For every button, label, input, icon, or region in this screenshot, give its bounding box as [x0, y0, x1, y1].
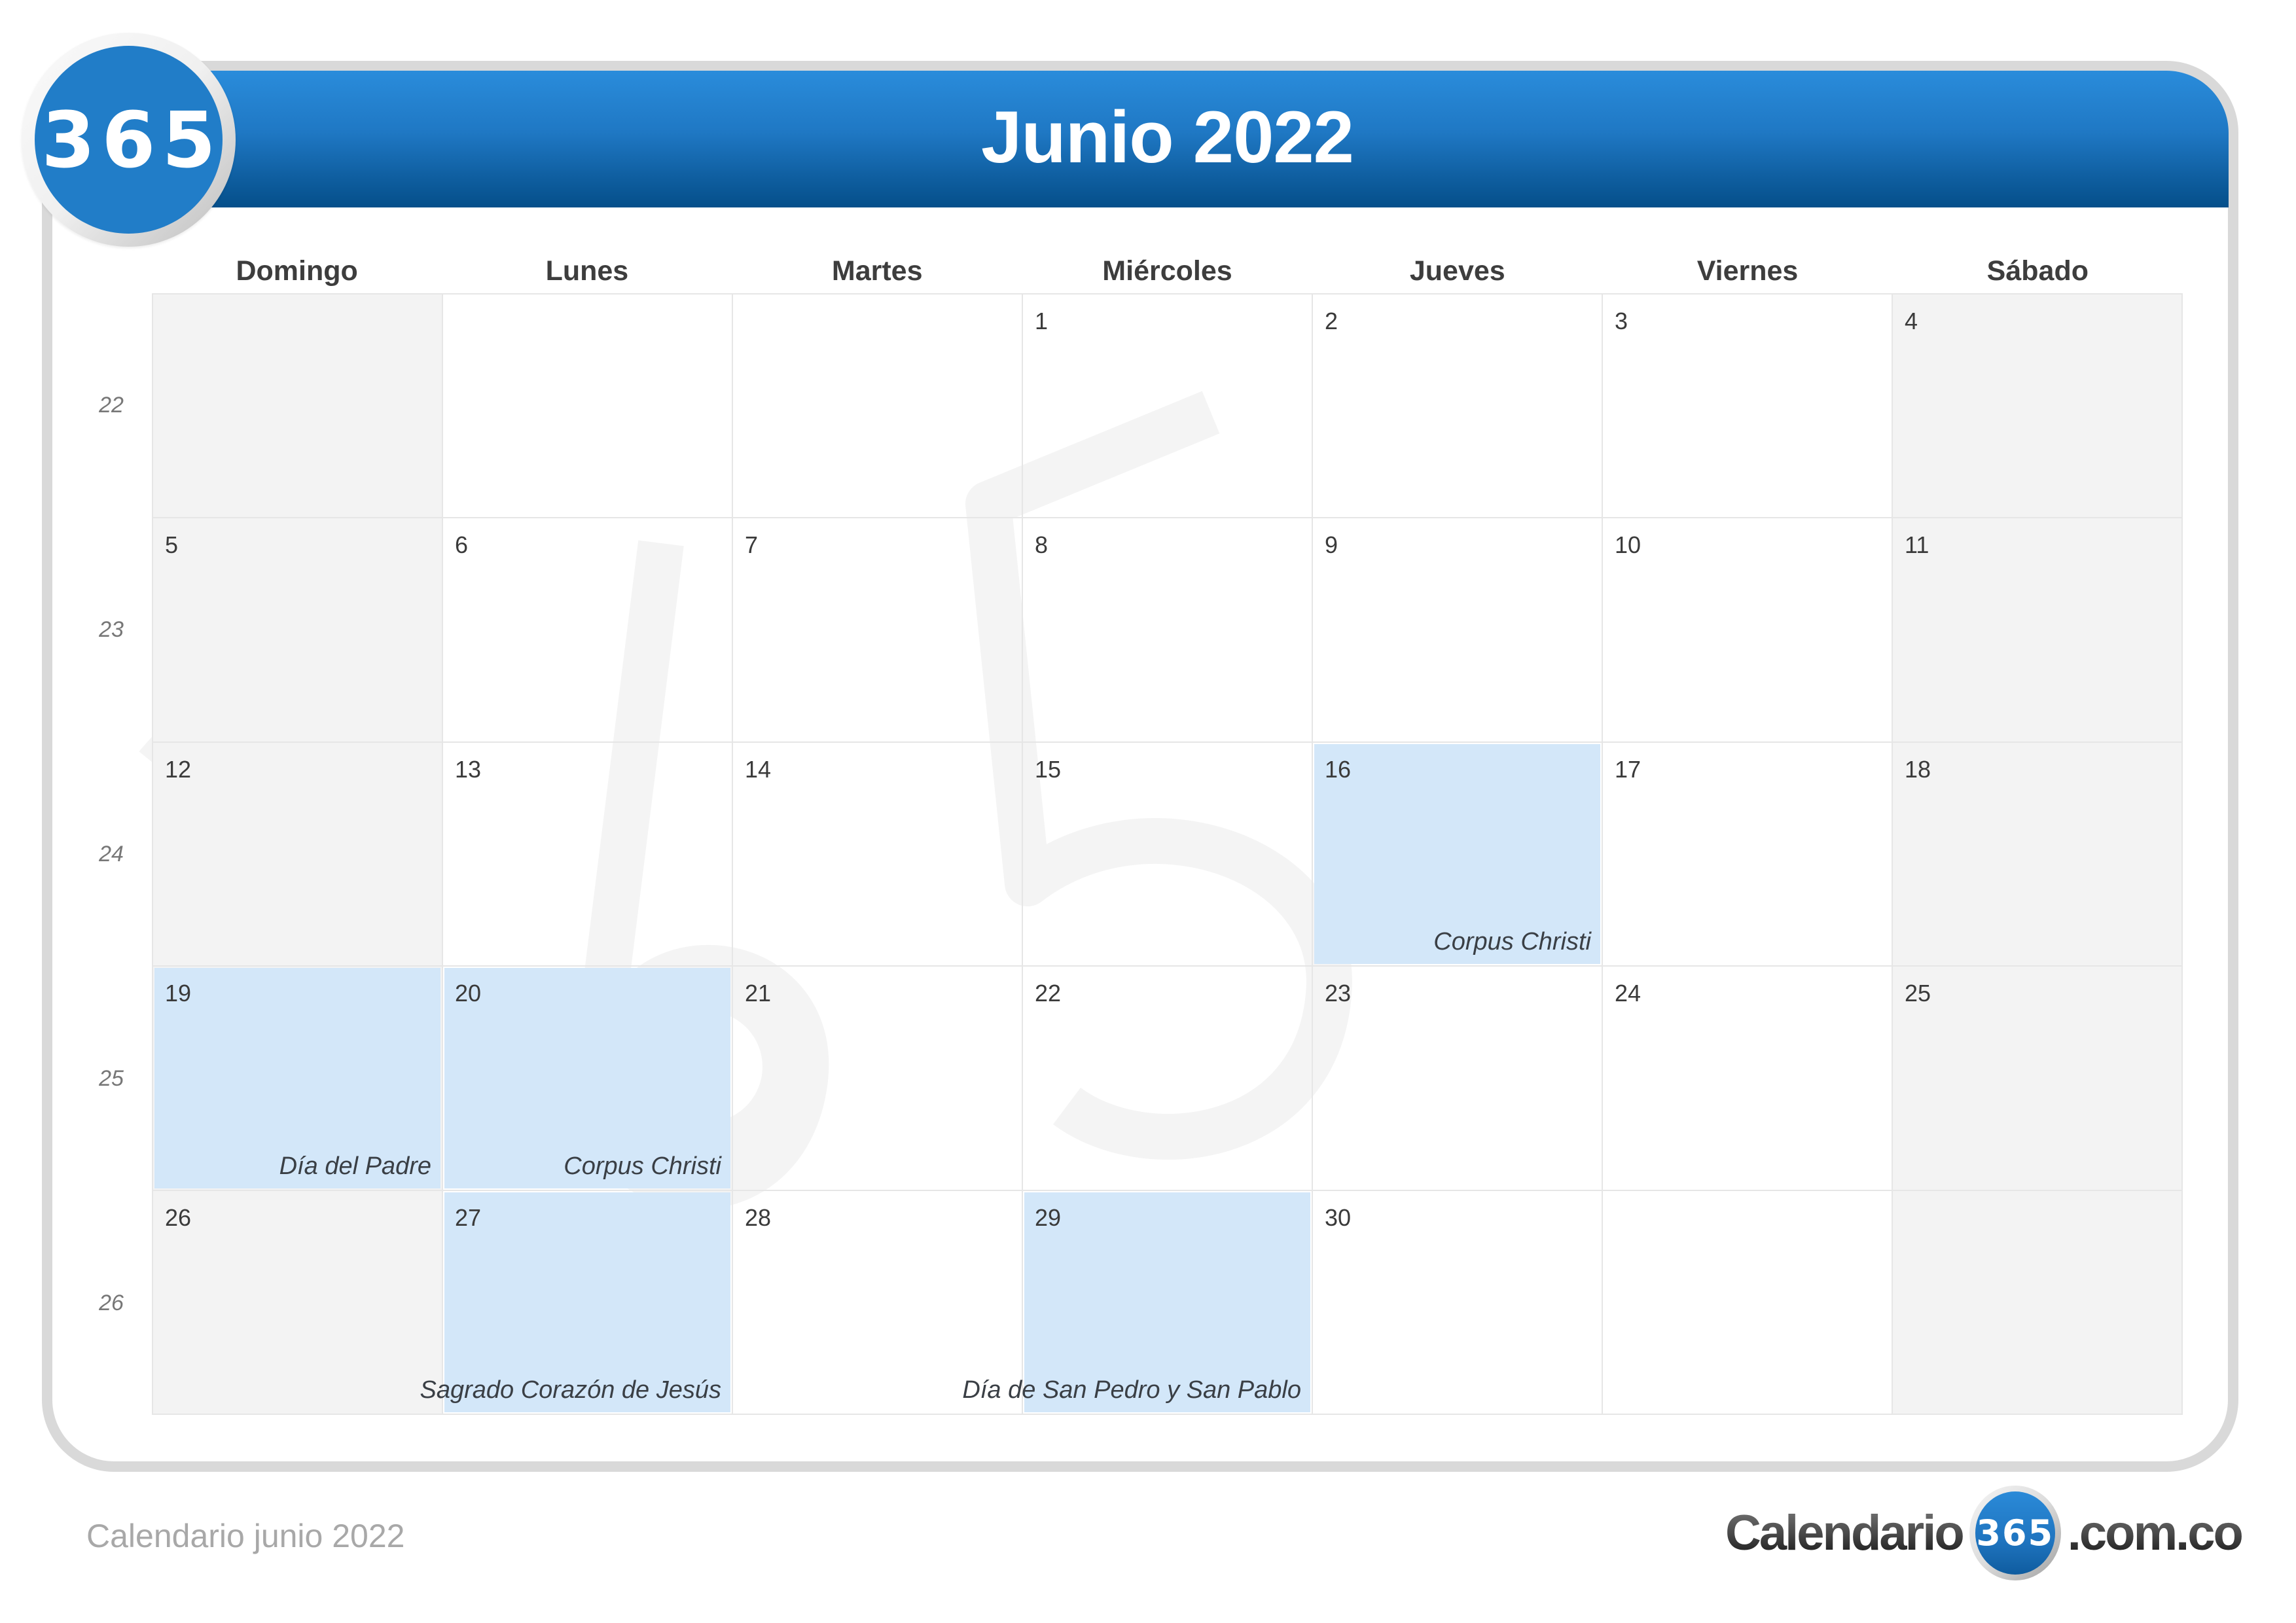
- day-cell[interactable]: 30: [1313, 1190, 1603, 1415]
- day-cell[interactable]: 25: [1893, 967, 2183, 1191]
- day-cell[interactable]: 14: [733, 742, 1023, 967]
- brand-badge-text: 365: [1976, 1512, 2054, 1554]
- day-cell[interactable]: 23: [1313, 967, 1603, 1191]
- day-cell[interactable]: 15: [1023, 742, 1313, 967]
- day-number: 5: [165, 531, 179, 559]
- day-number: 22: [1035, 980, 1062, 1007]
- day-cell[interactable]: 12: [153, 742, 443, 967]
- day-cell[interactable]: 2: [1313, 294, 1603, 519]
- day-cell[interactable]: 13: [443, 742, 733, 967]
- day-number: 26: [165, 1204, 192, 1231]
- day-number: 1: [1035, 308, 1049, 334]
- day-number: 16: [1325, 755, 1352, 783]
- day-number: 20: [455, 980, 482, 1007]
- day-cell[interactable]: 6: [443, 518, 733, 743]
- day-number: 14: [745, 755, 772, 783]
- day-cell[interactable]: 29 Día de San Pedro y San Pablo: [962, 1190, 1313, 1415]
- calendar-grid: 1 2 3 4 5 6 7 8 9 10 11 12 13 14 15 16 Corpus Christi 17 1…: [152, 293, 2183, 1415]
- weekday-header: Lunes: [545, 255, 629, 287]
- empty-day-cell: [1603, 1190, 1893, 1415]
- brand-badge-inner: 365: [1975, 1491, 2055, 1575]
- day-cell[interactable]: 18: [1893, 742, 2183, 967]
- logo-badge: 365: [22, 33, 236, 247]
- day-number: 7: [745, 531, 759, 559]
- day-number: 27: [455, 1204, 482, 1231]
- logo-text: 365: [41, 94, 223, 185]
- day-cell[interactable]: 20 Corpus Christi: [443, 967, 733, 1191]
- empty-day-cell: [733, 294, 1023, 519]
- day-cell[interactable]: 7: [733, 518, 1023, 743]
- day-cell[interactable]: 24: [1603, 967, 1893, 1191]
- holiday-label: Sagrado Corazón de Jesús: [420, 1376, 721, 1404]
- day-number: 15: [1035, 755, 1062, 783]
- week-number: 22: [99, 393, 124, 418]
- day-cell[interactable]: 10: [1603, 518, 1893, 743]
- day-cell[interactable]: 5: [153, 518, 443, 743]
- day-cell[interactable]: 16 Corpus Christi: [1313, 742, 1603, 967]
- holiday-label: Día del Padre: [279, 1152, 431, 1180]
- weekday-header: Domingo: [236, 255, 358, 287]
- holiday-label: Corpus Christi: [564, 1152, 721, 1180]
- empty-day-cell: [1893, 1190, 2183, 1415]
- day-number: 17: [1615, 755, 1641, 783]
- holiday-label: Día de San Pedro y San Pablo: [962, 1376, 1301, 1404]
- day-cell[interactable]: 22: [1023, 967, 1313, 1191]
- day-number: 4: [1905, 308, 1918, 334]
- weekday-header: Sábado: [1986, 255, 2089, 287]
- holiday-label: Corpus Christi: [1433, 928, 1591, 956]
- day-number: 6: [455, 531, 469, 559]
- day-number: 9: [1325, 531, 1338, 559]
- day-number: 3: [1615, 308, 1628, 334]
- weekday-header: Viernes: [1696, 255, 1799, 287]
- day-cell[interactable]: 27 Sagrado Corazón de Jesús: [420, 1190, 733, 1415]
- day-number: 23: [1325, 980, 1352, 1007]
- day-number: 28: [745, 1204, 772, 1231]
- day-number: 10: [1615, 531, 1641, 559]
- week-number: 25: [99, 1066, 124, 1091]
- day-cell[interactable]: 17: [1603, 742, 1893, 967]
- day-number: 12: [165, 755, 192, 783]
- day-number: 18: [1905, 755, 1931, 783]
- day-cell[interactable]: 21: [733, 967, 1023, 1191]
- day-number: 13: [455, 755, 482, 783]
- logo-365-icon: 365: [35, 46, 223, 234]
- week-number: 24: [99, 842, 124, 866]
- day-cell[interactable]: 9: [1313, 518, 1603, 743]
- day-number: 29: [1035, 1204, 1062, 1231]
- weekday-header: Miércoles: [1102, 255, 1232, 287]
- brand-prefix: Calendario: [1725, 1505, 1965, 1561]
- day-cell[interactable]: 4: [1893, 294, 2183, 519]
- week-number-column: 22 23 24 25 26: [79, 293, 144, 1416]
- day-number: 24: [1615, 980, 1641, 1007]
- day-number: 25: [1905, 980, 1931, 1007]
- day-cell[interactable]: 8: [1023, 518, 1313, 743]
- day-cell[interactable]: 3: [1603, 294, 1893, 519]
- day-number: 11: [1905, 531, 1929, 559]
- week-number: 26: [99, 1291, 124, 1315]
- empty-day-cell: [153, 294, 443, 519]
- day-cell[interactable]: 1: [1023, 294, 1313, 519]
- weekday-header: Jueves: [1409, 255, 1505, 287]
- empty-day-cell: [443, 294, 733, 519]
- day-cell[interactable]: 19 Día del Padre: [153, 967, 443, 1191]
- weekday-header: Martes: [831, 255, 923, 287]
- day-number: 19: [165, 980, 192, 1007]
- weekday-header-row: Domingo Lunes Martes Miércoles Jueves Viernes…: [152, 249, 2183, 293]
- day-number: 2: [1325, 308, 1338, 334]
- brand-suffix: .com.co: [2067, 1505, 2244, 1561]
- day-cell[interactable]: 11: [1893, 518, 2183, 743]
- brand-365-icon: 365: [1969, 1486, 2061, 1580]
- brand-logo[interactable]: Calendario 365 .com.co: [1725, 1486, 2244, 1580]
- day-number: 8: [1035, 531, 1049, 559]
- day-cell[interactable]: 26: [153, 1190, 443, 1415]
- day-number: 30: [1325, 1204, 1352, 1231]
- month-title: Junio 2022: [981, 96, 1354, 178]
- footer-caption: Calendario junio 2022: [86, 1518, 405, 1554]
- week-number: 23: [99, 617, 124, 642]
- day-number: 21: [745, 980, 772, 1007]
